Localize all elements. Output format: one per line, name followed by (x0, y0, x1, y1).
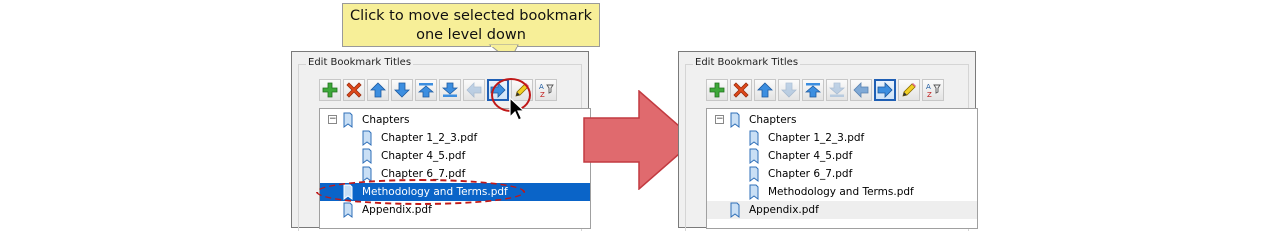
edit-pencil-icon (902, 83, 916, 97)
svg-text:A: A (539, 83, 544, 91)
bookmark-panel-after: Edit Bookmark Titles AZ − Chapters Chapt… (678, 51, 978, 231)
tree-node[interactable]: Methodology and Terms.pdf (707, 183, 977, 201)
tree-node-label: Chapters (362, 114, 410, 126)
tree-node-chapters[interactable]: − Chapters (320, 111, 590, 129)
tree-node-label: Chapter 4_5.pdf (768, 150, 853, 162)
promote-left-icon (853, 82, 869, 98)
tree-node-label: Appendix.pdf (362, 204, 432, 216)
callout-tooltip: Click to move selected bookmark one leve… (342, 3, 600, 47)
bookmark-icon (749, 130, 759, 146)
move-down-button[interactable] (778, 79, 800, 101)
move-to-top-icon (418, 83, 434, 98)
move-up-button[interactable] (367, 79, 389, 101)
delete-icon (346, 82, 362, 98)
bookmark-icon (730, 202, 740, 218)
move-up-icon (757, 82, 773, 98)
panel-title: Edit Bookmark Titles (693, 57, 801, 68)
collapse-toggle[interactable]: − (328, 115, 337, 124)
move-up-button[interactable] (754, 79, 776, 101)
callout-line-1: Click to move selected bookmark (350, 8, 592, 24)
bookmark-icon (343, 112, 353, 128)
selection-ellipse (316, 179, 525, 205)
move-down-icon (781, 82, 797, 98)
add-bookmark-button[interactable] (706, 79, 728, 101)
promote-left-icon (466, 82, 482, 98)
move-to-top-icon (805, 83, 821, 98)
delete-bookmark-button[interactable] (730, 79, 752, 101)
add-icon (322, 82, 338, 98)
move-down-button[interactable] (391, 79, 413, 101)
bookmark-tree-before: − Chapters Chapter 1_2_3.pdf Chapter 4_5… (319, 108, 591, 229)
demote-right-button[interactable] (874, 79, 896, 101)
tree-node-label: Chapters (749, 114, 797, 126)
tree-node[interactable]: Chapter 6_7.pdf (707, 165, 977, 183)
sort-az-icon: AZ (539, 83, 554, 98)
tree-node-label: Chapter 4_5.pdf (381, 150, 466, 162)
tree-node-label: Methodology and Terms.pdf (768, 186, 914, 198)
tree-node[interactable]: Chapter 1_2_3.pdf (707, 129, 977, 147)
svg-text:Z: Z (927, 91, 932, 98)
bookmark-icon (749, 184, 759, 200)
move-to-bottom-button[interactable] (439, 79, 461, 101)
move-to-bottom-icon (829, 82, 845, 97)
tree-node-label: Chapter 1_2_3.pdf (768, 132, 865, 144)
tree-node-label: Appendix.pdf (749, 204, 819, 216)
move-up-icon (370, 82, 386, 98)
tree-node[interactable]: Chapter 4_5.pdf (320, 147, 590, 165)
tree-node[interactable]: Appendix.pdf (707, 201, 977, 219)
move-to-bottom-button[interactable] (826, 79, 848, 101)
sort-az-icon: AZ (926, 83, 941, 98)
callout-line-2: one level down (416, 27, 526, 43)
bookmark-icon (749, 166, 759, 182)
tree-node[interactable]: Chapter 4_5.pdf (707, 147, 977, 165)
tree-node[interactable]: Chapter 1_2_3.pdf (320, 129, 590, 147)
bookmark-icon (362, 130, 372, 146)
add-bookmark-button[interactable] (319, 79, 341, 101)
svg-text:Z: Z (540, 91, 545, 98)
tree-node-label: Chapter 6_7.pdf (768, 168, 853, 180)
add-icon (709, 82, 725, 98)
move-to-top-button[interactable] (802, 79, 824, 101)
bookmark-toolbar: AZ (706, 79, 944, 103)
move-to-top-button[interactable] (415, 79, 437, 101)
promote-left-button[interactable] (463, 79, 485, 101)
move-down-icon (394, 82, 410, 98)
tree-node-label: Chapter 1_2_3.pdf (381, 132, 478, 144)
bookmark-icon (730, 112, 740, 128)
collapse-toggle[interactable]: − (715, 115, 724, 124)
edit-title-button[interactable] (898, 79, 920, 101)
mouse-cursor-icon (509, 97, 525, 121)
promote-left-button[interactable] (850, 79, 872, 101)
tree-node-chapters[interactable]: − Chapters (707, 111, 977, 129)
bookmark-icon (343, 202, 353, 218)
bookmark-tree-after: − Chapters Chapter 1_2_3.pdf Chapter 4_5… (706, 108, 978, 229)
demote-right-icon (877, 82, 893, 98)
delete-icon (733, 82, 749, 98)
move-to-bottom-icon (442, 82, 458, 97)
bookmark-icon (749, 148, 759, 164)
panel-title: Edit Bookmark Titles (306, 57, 414, 68)
sort-button[interactable]: AZ (922, 79, 944, 101)
sort-button[interactable]: AZ (535, 79, 557, 101)
bookmark-icon (362, 148, 372, 164)
svg-text:A: A (926, 83, 931, 91)
delete-bookmark-button[interactable] (343, 79, 365, 101)
